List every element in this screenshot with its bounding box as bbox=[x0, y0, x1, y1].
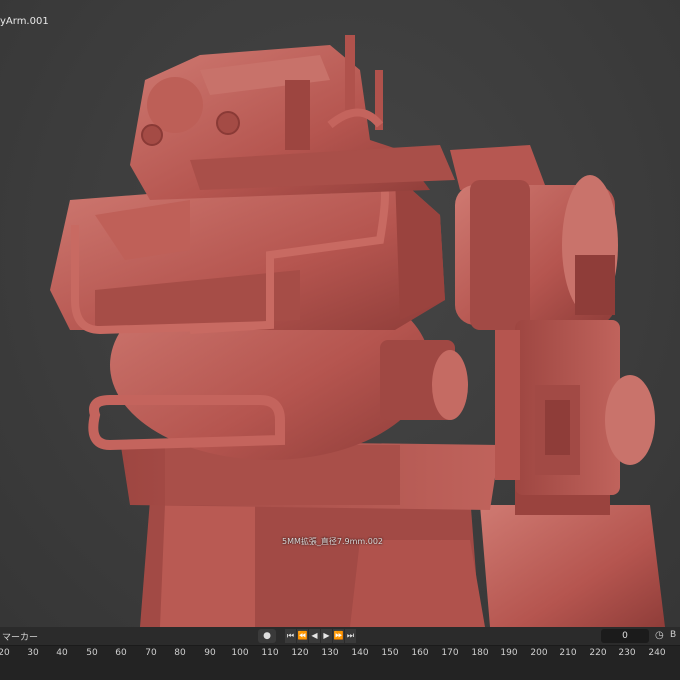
play-reverse-button[interactable]: ◀ bbox=[309, 629, 320, 643]
prev-keyframe-button[interactable]: ⏪ bbox=[297, 629, 308, 643]
end-frame-label: B bbox=[670, 630, 677, 640]
ruler-tick: 90 bbox=[204, 648, 216, 658]
ruler-tick: 140 bbox=[351, 648, 369, 658]
measurement-label: 5MM拡張_直径7.9mm.002 bbox=[282, 537, 384, 546]
ruler-tick: 230 bbox=[618, 648, 636, 658]
ruler-tick: 160 bbox=[411, 648, 429, 658]
ruler-tick: 170 bbox=[441, 648, 459, 658]
next-keyframe-button[interactable]: ⏩ bbox=[333, 629, 344, 643]
ruler-tick: 80 bbox=[174, 648, 186, 658]
clock-icon[interactable]: ◷ bbox=[655, 630, 667, 642]
ruler-tick: 210 bbox=[559, 648, 577, 658]
ruler-tick: 30 bbox=[27, 648, 39, 658]
ruler-tick: 220 bbox=[589, 648, 607, 658]
timeline-header: マーカー ● ⏮ ⏪ ◀ ▶ ⏩ ⏭ 0 ◷ B bbox=[0, 627, 680, 646]
ruler-tick: 150 bbox=[381, 648, 399, 658]
ruler-tick: 40 bbox=[56, 648, 68, 658]
marker-menu[interactable]: マーカー bbox=[2, 630, 38, 643]
jump-start-button[interactable]: ⏮ bbox=[285, 629, 296, 643]
ruler-tick: 190 bbox=[500, 648, 518, 658]
ruler-tick: 200 bbox=[530, 648, 548, 658]
ruler-tick: 180 bbox=[471, 648, 489, 658]
timeline-panel[interactable]: マーカー ● ⏮ ⏪ ◀ ▶ ⏩ ⏭ 0 ◷ B 20 30 40 50 60 … bbox=[0, 627, 680, 680]
ruler-tick: 110 bbox=[261, 648, 279, 658]
robot-model[interactable] bbox=[0, 0, 680, 627]
current-frame-field[interactable]: 0 bbox=[601, 629, 649, 643]
ruler-tick: 20 bbox=[0, 648, 10, 658]
3d-viewport[interactable]: yArm.001 5MM拡張_直径7.9mm.002 bbox=[0, 0, 680, 627]
frame-ruler[interactable]: 20 30 40 50 60 70 80 90 100 110 120 130 … bbox=[0, 646, 680, 680]
playback-controls: ⏮ ⏪ ◀ ▶ ⏩ ⏭ bbox=[285, 629, 356, 643]
jump-end-button[interactable]: ⏭ bbox=[345, 629, 356, 643]
ruler-tick: 100 bbox=[231, 648, 249, 658]
keyframe-record-icon[interactable]: ● bbox=[258, 629, 276, 643]
ruler-tick: 60 bbox=[115, 648, 127, 658]
ruler-tick: 130 bbox=[321, 648, 339, 658]
ruler-tick: 240 bbox=[648, 648, 666, 658]
ruler-tick: 120 bbox=[291, 648, 309, 658]
ruler-tick: 50 bbox=[86, 648, 98, 658]
ruler-tick: 70 bbox=[145, 648, 157, 658]
play-button[interactable]: ▶ bbox=[321, 629, 332, 643]
